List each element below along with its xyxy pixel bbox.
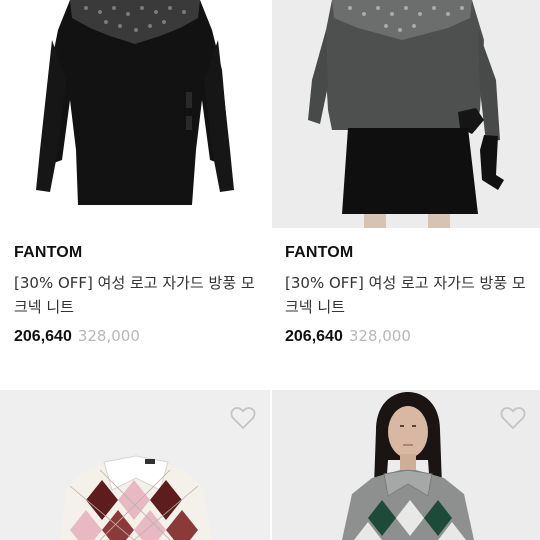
original-price: 328,000 [348, 327, 411, 345]
product-image[interactable] [272, 0, 540, 228]
product-grid: FANTOM [30% OFF] 여성 로고 자가드 방풍 모크넥 니트 206… [0, 0, 540, 540]
price-row: 206,640 328,000 [14, 327, 140, 346]
brand-name: FANTOM [14, 244, 83, 261]
sale-price: 206,640 [14, 328, 72, 345]
heart-outline-icon[interactable] [500, 406, 526, 430]
brand-name: FANTOM [285, 244, 354, 261]
original-price: 328,000 [77, 327, 140, 345]
product-title[interactable]: [30% OFF] 여성 로고 자가드 방풍 모크넥 니트 [14, 271, 259, 319]
price-row: 206,640 328,000 [285, 327, 411, 346]
heart-outline-icon[interactable] [230, 406, 256, 430]
sale-price: 206,640 [285, 328, 343, 345]
product-title[interactable]: [30% OFF] 여성 로고 자가드 방풍 모크넥 니트 [285, 271, 530, 319]
product-image[interactable] [0, 0, 270, 228]
